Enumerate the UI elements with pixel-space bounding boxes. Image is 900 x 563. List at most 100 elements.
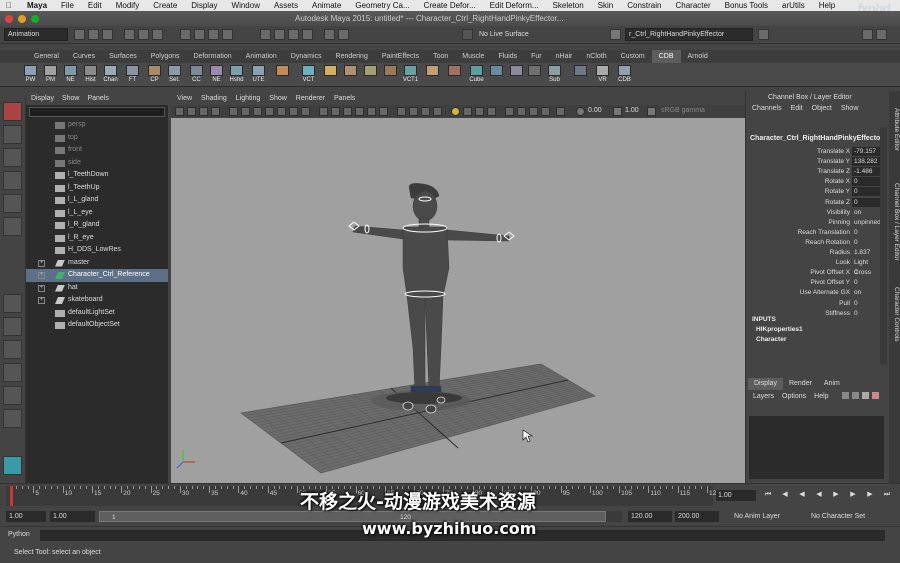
playback-start-field[interactable]: 1.00 <box>50 511 95 522</box>
shelf-tab-rendering[interactable]: Rendering <box>329 50 375 63</box>
shelf-button-hist[interactable]: Hist <box>82 65 99 85</box>
history-icon[interactable] <box>260 29 271 40</box>
grid-toggle-icon[interactable] <box>556 107 565 116</box>
channel-attribute-row[interactable]: Translate X -79.157 <box>746 147 886 157</box>
minimize-window-button[interactable] <box>18 14 26 23</box>
viewport-menu-shading[interactable]: Shading <box>201 95 227 102</box>
shelf-tab-custom[interactable]: Custom <box>614 50 652 63</box>
shelf-button-hshd[interactable]: Hshd <box>228 65 245 85</box>
shelf-button-icon-22[interactable] <box>488 65 505 85</box>
character-mesh[interactable] <box>352 183 510 393</box>
layer-tab-render[interactable]: Render <box>783 378 818 390</box>
exposure-icon[interactable] <box>576 107 585 116</box>
safe-title-icon[interactable] <box>301 107 310 116</box>
shelf-button-ne[interactable]: NE <box>208 65 225 85</box>
depth-of-field-icon[interactable] <box>433 107 442 116</box>
color-space-label[interactable]: sRGB gamma <box>661 107 705 114</box>
outliner-menu-display[interactable]: Display <box>31 95 54 102</box>
move-tool-icon[interactable] <box>3 171 22 190</box>
outliner-item[interactable]: l_TeethUp <box>26 182 168 195</box>
shelf-button-icon-15[interactable] <box>342 65 359 85</box>
shelf-button-ne[interactable]: NE <box>62 65 79 85</box>
character-set-dropdown[interactable]: No Character Set <box>808 511 890 522</box>
backface-culling-icon[interactable] <box>541 107 550 116</box>
outliner-search-input[interactable] <box>29 107 165 117</box>
menu-help[interactable]: Help <box>812 1 842 10</box>
antialiasing-icon[interactable] <box>421 107 430 116</box>
start-time-field[interactable]: 1.00 <box>6 511 46 522</box>
outliner-item[interactable]: + hat <box>26 282 168 295</box>
playback-end-field[interactable]: 120.00 <box>628 511 672 522</box>
layer-tab-display[interactable]: Display <box>748 378 783 390</box>
channel-attribute-row[interactable]: Pivot Offset Y0 <box>746 278 886 288</box>
shelf-tab-muscle[interactable]: Muscle <box>455 50 491 63</box>
render-settings-icon[interactable] <box>302 29 313 40</box>
input-character[interactable]: Character <box>756 336 786 343</box>
menu-create[interactable]: Create <box>146 1 184 10</box>
live-surface-label[interactable]: No Live Surface <box>476 29 534 42</box>
shadows-icon[interactable] <box>379 107 388 116</box>
select-component-icon[interactable] <box>152 29 163 40</box>
name-field[interactable]: r_Ctrl_RightHandPinkyEffector <box>625 28 753 41</box>
end-time-field[interactable]: 200.00 <box>675 511 719 522</box>
outliner-menu-panels[interactable]: Panels <box>87 95 108 102</box>
ambient-occlusion-icon[interactable] <box>397 107 406 116</box>
save-scene-icon[interactable] <box>102 29 113 40</box>
isolate-select-icon[interactable] <box>487 107 496 116</box>
exposure-value[interactable]: 0.00 <box>588 107 602 114</box>
channel-attribute-row[interactable]: Reach Rotation 0 <box>746 238 886 248</box>
input-mode-icon[interactable] <box>610 29 621 40</box>
command-language-label[interactable]: Python <box>8 531 30 538</box>
outliner-item[interactable]: front <box>26 144 168 157</box>
expand-icon[interactable]: + <box>38 297 45 304</box>
gamma-icon[interactable] <box>613 107 622 116</box>
side-tab-channel-box[interactable]: Channel Box / Layer Editor <box>889 167 900 277</box>
channel-attribute-row[interactable]: Rotate Z0 <box>746 197 886 208</box>
layer-list[interactable] <box>749 416 884 479</box>
channel-attribute-row[interactable]: Use Alternate GX on <box>746 288 886 298</box>
open-scene-icon[interactable] <box>88 29 99 40</box>
shelf-button-icon-17[interactable] <box>382 65 399 85</box>
play-backwards-icon[interactable]: ◀ <box>815 491 823 499</box>
bookmark-icon[interactable] <box>199 107 208 116</box>
outliner-item[interactable]: top <box>26 132 168 145</box>
viewport-menu-view[interactable]: View <box>177 95 192 102</box>
side-tab-attribute-editor[interactable]: Attribute Editor <box>889 99 900 159</box>
view-transform-icon[interactable] <box>647 107 656 116</box>
zoom-window-button[interactable] <box>31 14 39 23</box>
outliner-menu-show[interactable]: Show <box>62 95 80 102</box>
play-forwards-icon[interactable]: ▶ <box>832 491 840 499</box>
persp-outliner-layout-icon[interactable] <box>3 340 22 359</box>
go-to-start-icon[interactable]: ⏮ <box>764 491 772 499</box>
new-scene-icon[interactable] <box>74 29 85 40</box>
viewport-menu-show[interactable]: Show <box>269 95 287 102</box>
menu-create-deformers[interactable]: Create Defor... <box>417 1 483 10</box>
scale-tool-icon[interactable] <box>3 217 22 236</box>
outliner-item[interactable]: persp <box>26 119 168 132</box>
menu-maya[interactable]: Maya <box>20 1 54 10</box>
menu-constrain[interactable]: Constrain <box>620 1 668 10</box>
shelf-button-set[interactable]: Set. <box>166 65 183 85</box>
perspective-viewport[interactable] <box>171 118 745 483</box>
menu-set-dropdown[interactable]: Animation <box>4 28 68 41</box>
shelf-button-icon-19[interactable] <box>424 65 441 85</box>
shelf-button-icon-20[interactable] <box>446 65 463 85</box>
shelf-tab-deformation[interactable]: Deformation <box>187 50 239 63</box>
motion-blur-icon[interactable] <box>409 107 418 116</box>
shelf-button-sub[interactable]: Sub <box>546 65 563 85</box>
select-tool-icon[interactable] <box>3 102 22 121</box>
snap-plane-icon[interactable] <box>222 29 233 40</box>
anim-layer-dropdown[interactable]: No Anim Layer <box>725 511 803 522</box>
move-layer-down-icon[interactable] <box>852 392 859 399</box>
menu-geometry-cache[interactable]: Geometry Ca... <box>348 1 416 10</box>
ipr-render-icon[interactable] <box>288 29 299 40</box>
lock-selection-icon[interactable] <box>758 29 769 40</box>
shelf-tab-toon[interactable]: Toon <box>426 50 455 63</box>
expand-icon[interactable]: + <box>38 259 45 267</box>
shelf-tab-ncloth[interactable]: nCloth <box>579 50 613 63</box>
layer-tab-anim[interactable]: Anim <box>818 378 846 390</box>
step-forward-frame-icon[interactable]: ▶ <box>849 491 857 499</box>
shelf-tab-dynamics[interactable]: Dynamics <box>284 50 329 63</box>
shelf-tab-polygons[interactable]: Polygons <box>144 50 187 63</box>
rotate-tool-icon[interactable] <box>3 194 22 213</box>
